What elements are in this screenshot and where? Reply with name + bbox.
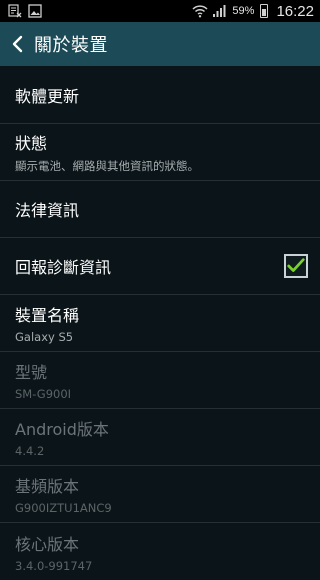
model-item: 型號 SM-G900I xyxy=(0,352,320,409)
report-diagnostic-checkbox[interactable] xyxy=(284,254,308,278)
usb-debug-icon xyxy=(8,4,22,18)
wifi-icon xyxy=(192,4,208,18)
legal-info-item[interactable]: 法律資訊 xyxy=(0,181,320,238)
android-version-item: Android版本 4.4.2 xyxy=(0,409,320,466)
chevron-left-icon[interactable] xyxy=(8,34,26,54)
item-subtitle: SM-G900I xyxy=(15,387,72,401)
item-title: 狀態 xyxy=(15,134,48,153)
status-bar: 59% 16:22 xyxy=(0,0,320,22)
item-title: 型號 xyxy=(15,363,48,382)
item-title: 裝置名稱 xyxy=(15,306,80,325)
device-name-item[interactable]: 裝置名稱 Galaxy S5 xyxy=(0,295,320,352)
status-item[interactable]: 狀態 顯示電池、網路與其他資訊的狀態。 xyxy=(0,124,320,181)
report-diagnostic-item[interactable]: 回報診斷資訊 xyxy=(0,238,320,295)
item-title: Android版本 xyxy=(15,420,109,439)
signal-icon xyxy=(212,4,226,18)
clock: 16:22 xyxy=(276,2,314,20)
status-bar-left xyxy=(8,4,42,18)
kernel-version-item: 核心版本 3.4.0-991747 xyxy=(0,523,320,580)
item-title: 軟體更新 xyxy=(15,86,80,106)
app-bar: 關於裝置 xyxy=(0,22,320,66)
item-title: 核心版本 xyxy=(15,534,80,554)
checkmark-icon xyxy=(287,258,305,272)
image-icon xyxy=(28,4,42,18)
item-subtitle: 顯示電池、網路與其他資訊的狀態。 xyxy=(15,159,199,173)
item-title: 法律資訊 xyxy=(15,201,80,220)
item-subtitle: 4.4.2 xyxy=(15,444,45,458)
item-title: 回報診斷資訊 xyxy=(15,258,112,277)
item-subtitle: 3.4.0-991747 xyxy=(15,558,93,573)
software-update-item[interactable]: 軟體更新 xyxy=(0,66,320,124)
item-subtitle: G900IZTU1ANC9 xyxy=(15,501,112,515)
status-bar-right: 59% 16:22 xyxy=(192,3,314,20)
baseband-version-item: 基頻版本 G900IZTU1ANC9 xyxy=(0,466,320,523)
battery-percent: 59% xyxy=(232,5,255,17)
item-title: 基頻版本 xyxy=(15,477,80,496)
item-subtitle: Galaxy S5 xyxy=(15,330,74,344)
battery-icon xyxy=(260,4,269,18)
page-title[interactable]: 關於裝置 xyxy=(34,31,108,57)
